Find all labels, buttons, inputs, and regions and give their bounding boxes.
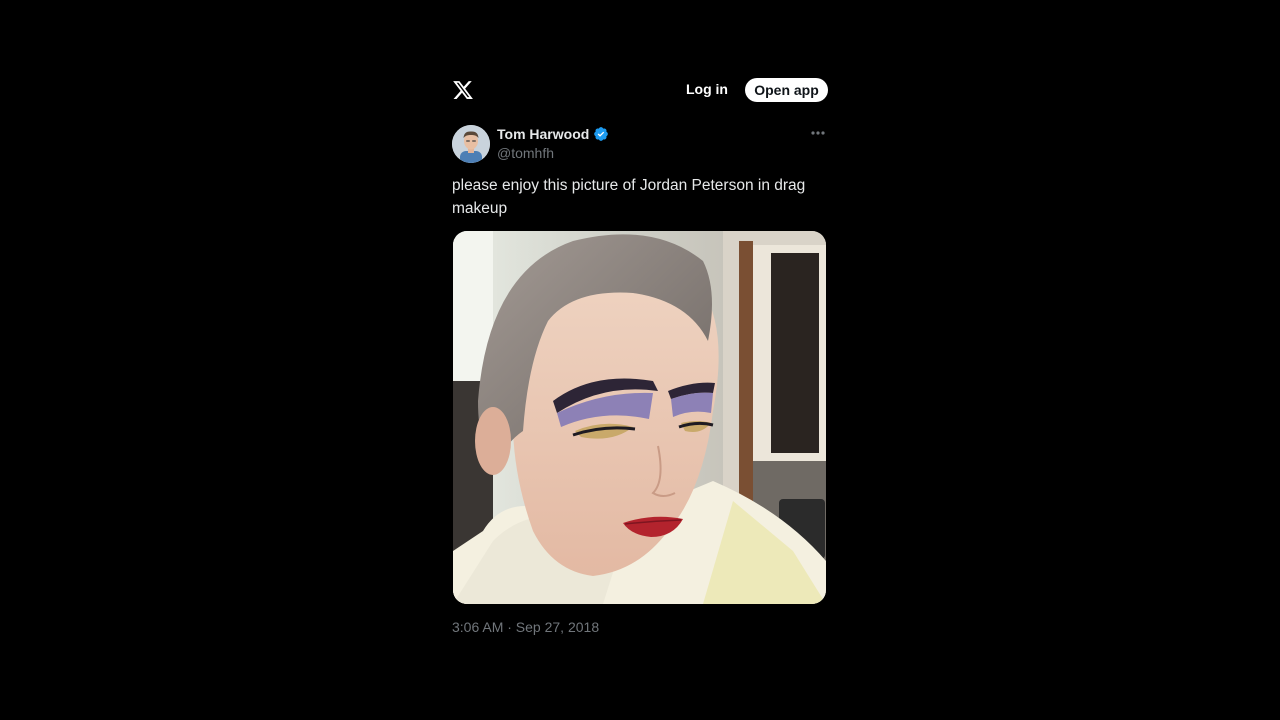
x-logo-icon[interactable] [452,79,474,101]
photo-image [453,231,826,604]
avatar[interactable] [452,125,490,163]
top-bar: Log in Open app [452,76,828,104]
avatar-image [452,125,490,163]
author-block: Tom Harwood @tomhfh [497,126,609,161]
display-name[interactable]: Tom Harwood [497,126,589,142]
more-horizontal-icon[interactable] [810,130,826,136]
author-handle[interactable]: @tomhfh [497,145,609,161]
tweet-page: Log in Open app Tom Harwood @tomhfh plea… [0,0,1280,720]
open-app-button[interactable]: Open app [745,78,828,102]
verified-badge-icon [594,127,609,141]
tweet-timestamp[interactable]: 3:06 AM · Sep 27, 2018 [452,619,599,635]
log-in-link[interactable]: Log in [686,81,728,97]
name-row: Tom Harwood [497,126,609,142]
tweet-photo[interactable] [453,231,826,604]
tweet-text: please enjoy this picture of Jordan Pete… [452,177,806,217]
